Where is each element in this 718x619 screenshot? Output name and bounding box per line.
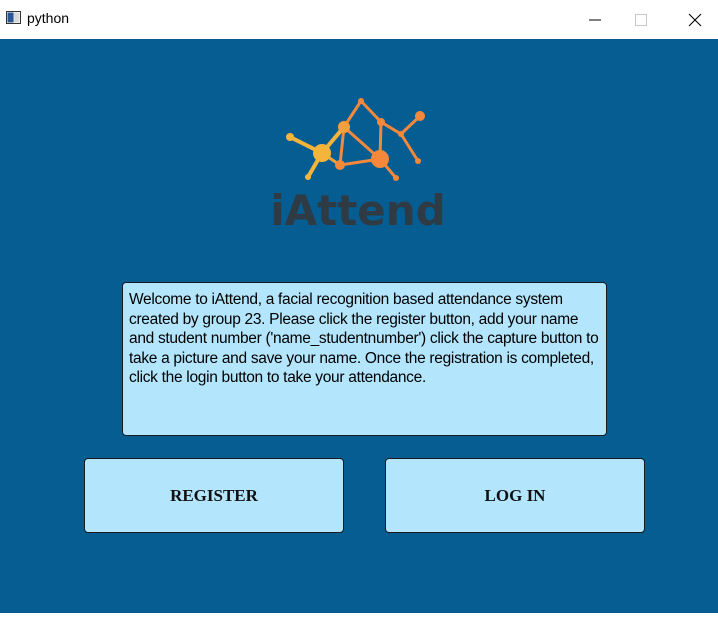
app-window: python iAttend Welcome to iAttend, a fac… <box>0 0 718 619</box>
network-icon <box>286 98 425 181</box>
main-panel: iAttend Welcome to iAttend, a facial rec… <box>0 39 718 613</box>
python-window-icon <box>6 11 21 24</box>
iattend-logo: iAttend <box>268 94 448 235</box>
close-button[interactable] <box>672 0 718 39</box>
welcome-message: Welcome to iAttend, a facial recognition… <box>122 282 607 436</box>
minimize-icon <box>589 19 601 20</box>
title-bar[interactable]: python <box>0 0 718 39</box>
minimize-button[interactable] <box>572 0 618 39</box>
logo-wordmark: iAttend <box>270 186 446 235</box>
maximize-icon <box>635 13 647 26</box>
maximize-button[interactable] <box>618 0 664 39</box>
window-bottom-edge <box>0 613 718 619</box>
window-title: python <box>27 10 70 26</box>
login-button[interactable]: LOG IN <box>385 458 645 533</box>
register-button[interactable]: REGISTER <box>84 458 344 533</box>
close-icon <box>688 13 702 26</box>
